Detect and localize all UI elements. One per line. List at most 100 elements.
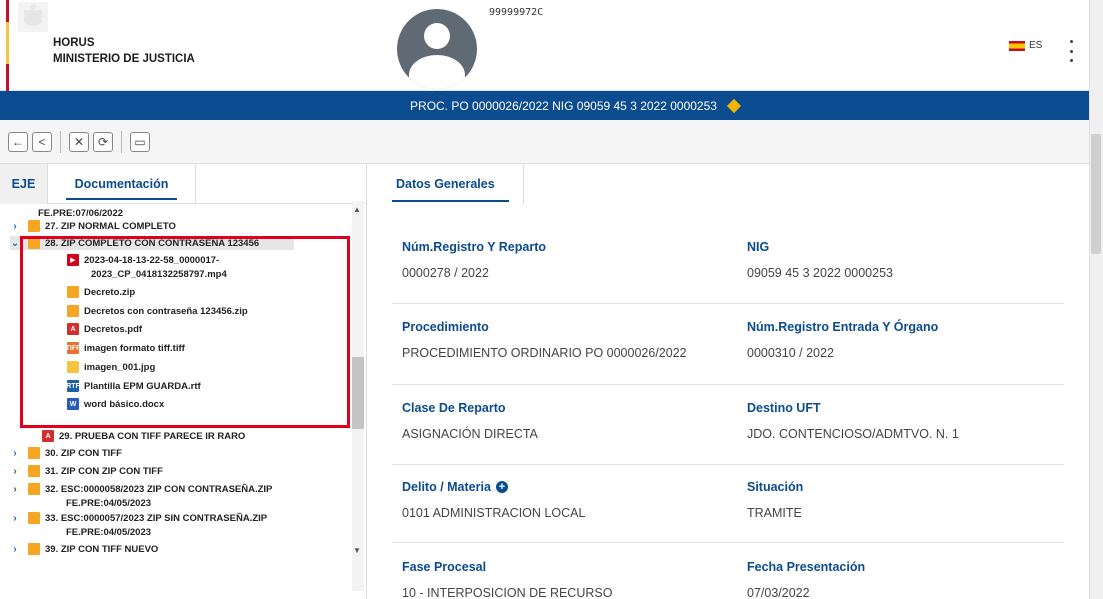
field-procedimiento: Procedimiento PROCEDIMIENTO ORDINARIO PO… bbox=[402, 320, 722, 360]
field-label: Situación bbox=[747, 480, 804, 494]
field-situacion: Situación TRAMITE bbox=[747, 480, 1067, 520]
tree-item[interactable]: TIFF imagen formato tiff.tiff bbox=[66, 341, 185, 355]
tree-item-label: 32. ESC:0000058/2023 ZIP CON CONTRASEÑA.… bbox=[45, 483, 273, 495]
avatar-body-icon bbox=[409, 55, 465, 89]
language-selector[interactable]: ES bbox=[1009, 40, 1042, 51]
tree-item[interactable]: A Decretos.pdf bbox=[67, 322, 142, 336]
app-name: HORUS bbox=[53, 37, 95, 49]
tree-item[interactable]: imagen_001.jpg bbox=[67, 360, 155, 374]
tree-item[interactable]: RTF Plantilla EPM GUARDA.rtf bbox=[66, 379, 201, 393]
zip-file-icon bbox=[28, 220, 40, 232]
close-button[interactable]: ✕ bbox=[69, 131, 89, 152]
tree-item-label: 30. ZIP CON TIFF bbox=[45, 447, 122, 459]
tree-item-label: imagen formato tiff.tiff bbox=[84, 342, 185, 354]
ministry-name: MINISTERIO DE JUSTICIA bbox=[53, 53, 195, 65]
word-file-icon: W bbox=[67, 398, 79, 410]
chevron-right-icon[interactable]: › bbox=[10, 466, 20, 477]
tree-item[interactable]: ⌄ 28. ZIP COMPLETO CON CONTRASEÑA 123456 bbox=[10, 236, 294, 250]
tab-datos-generales[interactable]: Datos Generales bbox=[392, 164, 524, 204]
tab-eje[interactable]: EJE bbox=[0, 164, 48, 204]
field-num-entrada: Núm.Registro Entrada Y Órgano 0000310 / … bbox=[747, 320, 1067, 360]
field-fase-procesal: Fase Procesal 10 - INTERPOSICION DE RECU… bbox=[402, 560, 722, 599]
refresh-button[interactable]: ⟳ bbox=[93, 131, 113, 152]
field-label: Destino UFT bbox=[747, 401, 821, 415]
tree-item[interactable]: › 30. ZIP CON TIFF bbox=[10, 446, 122, 460]
field-value: 10 - INTERPOSICION DE RECURSO bbox=[402, 586, 613, 599]
app-header: HORUS MINISTERIO DE JUSTICIA 99999972C E… bbox=[0, 0, 1089, 91]
language-code: ES bbox=[1029, 40, 1043, 51]
field-value: 0101 ADMINISTRACION LOCAL bbox=[402, 506, 586, 520]
add-circle-icon[interactable]: + bbox=[495, 481, 508, 493]
previous-button[interactable]: < bbox=[32, 131, 52, 152]
panel-toggle-button[interactable]: ▭ bbox=[130, 131, 150, 152]
tree-scroll-thumb[interactable] bbox=[352, 357, 364, 429]
field-num-registro: Núm.Registro Y Reparto 0000278 / 2022 bbox=[402, 240, 722, 280]
field-destino: Destino UFT JDO. CONTENCIOSO/ADMTVO. N. … bbox=[747, 401, 1067, 441]
chevron-right-icon[interactable]: › bbox=[10, 544, 20, 555]
user-avatar[interactable] bbox=[397, 9, 477, 89]
tree-item[interactable]: › 27. ZIP NORMAL COMPLETO bbox=[10, 219, 176, 233]
tree-item[interactable]: › 31. ZIP CON ZIP CON TIFF bbox=[10, 464, 163, 478]
toolbar-divider bbox=[60, 130, 61, 153]
chevron-right-icon[interactable]: › bbox=[10, 448, 20, 459]
field-label: Delito / Materia bbox=[402, 480, 491, 494]
tab-documentacion[interactable]: Documentación bbox=[48, 164, 196, 204]
field-value: TRAMITE bbox=[747, 506, 802, 520]
field-value: ASIGNACIÓN DIRECTA bbox=[402, 427, 538, 441]
diamond-icon[interactable] bbox=[726, 98, 742, 113]
tree-item[interactable]: FE.PRE:04/05/2023 bbox=[66, 525, 151, 539]
tree-item[interactable]: › 32. ESC:0000058/2023 ZIP CON CONTRASEÑA… bbox=[10, 482, 272, 496]
field-label: NIG bbox=[747, 240, 770, 254]
scroll-up-icon[interactable]: ▲ bbox=[353, 205, 361, 214]
spain-flag-icon bbox=[1009, 40, 1025, 51]
chevron-right-icon[interactable]: › bbox=[10, 484, 20, 495]
procedure-title: PROC. PO 0000026/2022 NIG 09059 45 3 202… bbox=[410, 98, 717, 113]
tree-item[interactable]: › 33. ESC:0000057/2023 ZIP SIN CONTRASEÑA… bbox=[10, 511, 267, 525]
chevron-right-icon[interactable]: › bbox=[10, 221, 20, 232]
brand-stripe-accent bbox=[6, 22, 9, 64]
field-label: Fase Procesal bbox=[402, 560, 487, 574]
tree-item[interactable]: Decreto.zip bbox=[67, 285, 135, 299]
field-label: Núm.Registro Entrada Y Órgano bbox=[747, 320, 939, 334]
tree-item[interactable]: ▶ 2023-04-18-13-22-58_0000017- bbox=[67, 253, 219, 267]
field-value: 09059 45 3 2022 0000253 bbox=[747, 266, 893, 280]
tree-item[interactable]: A 29. PRUEBA CON TIFF PARECE IR RARO bbox=[42, 429, 245, 443]
scroll-down-icon[interactable]: ▼ bbox=[353, 546, 361, 555]
field-value: 0000310 / 2022 bbox=[747, 346, 834, 360]
page-scrollbar[interactable] bbox=[1089, 0, 1103, 599]
back-button[interactable]: ← bbox=[8, 131, 28, 152]
tree-item[interactable]: Wword básico.docx bbox=[67, 397, 164, 411]
zip-file-icon bbox=[28, 512, 40, 524]
more-options-icon[interactable] bbox=[1068, 40, 1074, 62]
tree-item[interactable]: 2023_CP_0418132258797.mp4 bbox=[91, 267, 227, 281]
procedure-bar: PROC. PO 0000026/2022 NIG 09059 45 3 202… bbox=[0, 91, 1089, 120]
field-clase-reparto: Clase De Reparto ASIGNACIÓN DIRECTA bbox=[402, 401, 722, 441]
documents-panel: EJE Documentación FE.PRE:07/06/2022 › 27. … bbox=[0, 164, 367, 599]
tiff-file-icon: TIFF bbox=[66, 342, 80, 354]
page-scroll-thumb[interactable] bbox=[1091, 134, 1101, 254]
divider bbox=[392, 384, 1064, 385]
tree-item-label: word básico.docx bbox=[84, 398, 165, 410]
pdf-file-icon: A bbox=[67, 323, 79, 335]
tree-item[interactable]: › 39. ZIP CON TIFF NUEVO bbox=[10, 542, 158, 556]
field-label: Clase De Reparto bbox=[402, 401, 506, 415]
tree-item[interactable]: FE.PRE:07/06/2022 bbox=[38, 206, 123, 220]
zip-file-icon bbox=[67, 305, 79, 317]
tree-item[interactable]: FE.PRE:04/05/2023 bbox=[66, 496, 151, 510]
pdf-file-icon: A bbox=[42, 430, 54, 442]
field-value: PROCEDIMIENTO ORDINARIO PO 0000026/2022 bbox=[402, 346, 687, 360]
chevron-down-icon[interactable]: ⌄ bbox=[10, 238, 20, 249]
zip-file-icon bbox=[28, 447, 40, 459]
tree-item-label: Decretos con contraseña 123456.zip bbox=[84, 305, 248, 317]
field-fecha: Fecha Presentación 07/03/2022 bbox=[747, 560, 1067, 599]
divider bbox=[392, 542, 1064, 543]
tree-item[interactable]: Decretos con contraseña 123456.zip bbox=[67, 304, 248, 318]
left-tabs: EJE Documentación bbox=[0, 164, 366, 204]
chevron-right-icon[interactable]: › bbox=[10, 513, 20, 524]
divider bbox=[392, 464, 1064, 465]
tree-item-label: FE.PRE:04/05/2023 bbox=[66, 526, 152, 538]
field-label-row: Delito / Materia + bbox=[402, 480, 722, 494]
tree-item-label: 27. ZIP NORMAL COMPLETO bbox=[45, 220, 176, 232]
organization-name: HORUS MINISTERIO DE JUSTICIA bbox=[53, 35, 195, 67]
zip-file-icon bbox=[28, 543, 40, 555]
